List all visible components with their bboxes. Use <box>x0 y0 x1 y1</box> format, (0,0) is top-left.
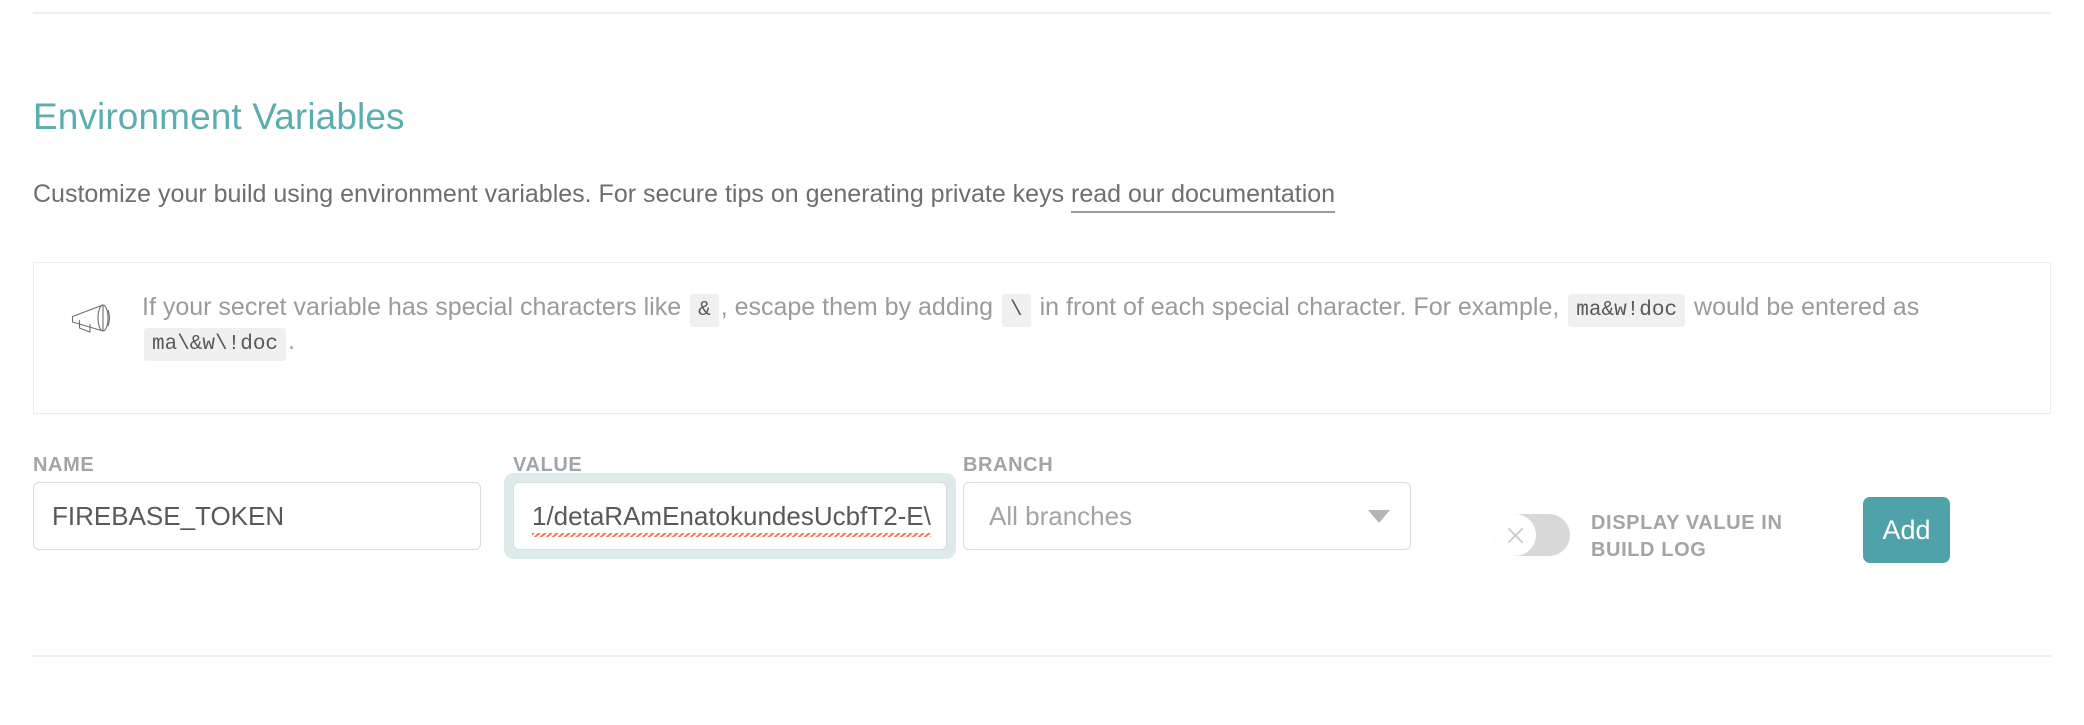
tip-part-3: in front of each special character. For … <box>1039 293 1560 321</box>
value-input[interactable]: 1/detaRAmEnatokundesUcbfT2-E\ <box>513 482 947 550</box>
branch-select-value: All branches <box>989 500 1133 531</box>
value-input-focus-ring: 1/detaRAmEnatokundesUcbfT2-E\ <box>504 473 956 559</box>
page-title: Environment Variables <box>33 96 405 137</box>
environment-variables-page: Environment Variables Customize your bui… <box>0 0 2084 725</box>
name-input[interactable]: FIREBASE_TOKEN <box>33 482 481 550</box>
code-chip-ampersand: & <box>690 294 719 327</box>
section-divider-top <box>33 12 2051 14</box>
tip-part-5: . <box>288 326 295 355</box>
section-divider-bottom <box>33 655 2051 657</box>
display-value-toggle-label: DISPLAY VALUE IN BUILD LOG <box>1591 512 1783 561</box>
toggle-knob <box>1494 514 1536 556</box>
name-field-label: NAME <box>33 454 95 476</box>
tip-part-2: , escape them by adding <box>720 293 994 321</box>
branch-select[interactable]: All branches <box>963 482 1411 550</box>
code-chip-backslash: \ <box>1002 294 1031 327</box>
tip-part-1: If your secret variable has special char… <box>142 293 682 321</box>
tip-text: If your secret variable has special char… <box>142 291 2020 361</box>
read-documentation-link[interactable]: read our documentation <box>1071 180 1336 213</box>
description-text: Customize your build using environment v… <box>33 180 1072 208</box>
tip-inner: If your secret variable has special char… <box>34 263 2050 384</box>
tip-part-4: would be entered as <box>1694 293 1920 321</box>
add-button[interactable]: Add <box>1863 497 1950 563</box>
megaphone-icon <box>70 300 116 340</box>
value-input-text: 1/detaRAmEnatokundesUcbfT2-E\ <box>532 483 931 549</box>
code-chip-example-escaped: ma\&w\!doc <box>144 327 287 361</box>
value-field-label: VALUE <box>513 454 583 476</box>
branch-field-label: BRANCH <box>963 454 1054 476</box>
close-icon <box>1507 527 1523 543</box>
display-value-toggle[interactable] <box>1494 514 1570 556</box>
escape-characters-tip-box: If your secret variable has special char… <box>33 262 2051 414</box>
chevron-down-icon <box>1368 509 1390 523</box>
section-description: Customize your build using environment v… <box>33 180 1336 213</box>
code-chip-example-raw: ma&w!doc <box>1568 294 1686 327</box>
